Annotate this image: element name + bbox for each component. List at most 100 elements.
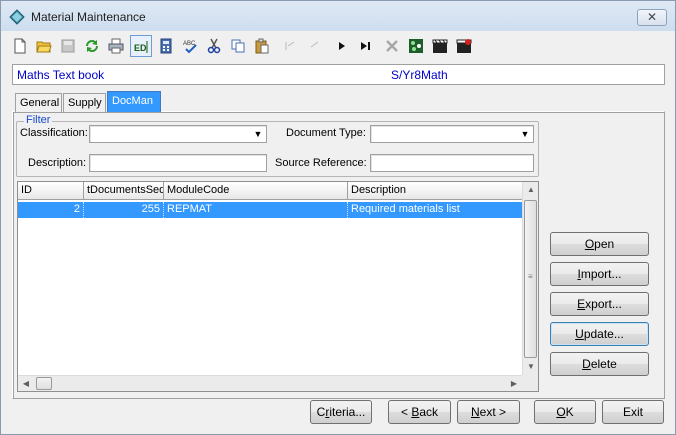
- record-header: Maths Text book S/Yr8Math: [12, 64, 665, 85]
- print-button[interactable]: [105, 35, 127, 57]
- next-record-button[interactable]: [331, 35, 353, 57]
- export-label: xport...: [585, 297, 622, 311]
- save-icon: [61, 39, 75, 53]
- description-input[interactable]: [89, 154, 267, 172]
- refresh-icon: [86, 40, 98, 52]
- source-reference-label: Source Reference:: [275, 157, 367, 169]
- new-document-icon: [14, 38, 26, 54]
- back-button[interactable]: < Back: [388, 400, 451, 424]
- source-reference-input[interactable]: [370, 154, 534, 172]
- copy-button[interactable]: [227, 35, 249, 57]
- ok-button[interactable]: OK: [534, 400, 596, 424]
- cell-module-code: REPMAT: [164, 202, 348, 218]
- tab-general[interactable]: General: [15, 93, 62, 112]
- clapperboard-icon: [432, 39, 448, 53]
- scroll-up-icon[interactable]: ▲: [523, 182, 539, 198]
- classification-combobox[interactable]: ▼: [89, 125, 267, 143]
- next-record-icon: [339, 42, 345, 50]
- delete-button[interactable]: Delete: [550, 352, 649, 376]
- ok-mnemonic: O: [556, 405, 566, 419]
- back-label: ack: [419, 405, 439, 419]
- cut-icon: [207, 38, 221, 54]
- filter-legend: Filter: [24, 114, 53, 126]
- calculator-icon: [160, 38, 172, 54]
- delete-mnemonic: D: [582, 357, 591, 371]
- new-document-button[interactable]: [9, 35, 31, 57]
- column-header-id[interactable]: ID: [18, 182, 84, 199]
- title-bar: Material Maintenance ✕: [1, 1, 675, 31]
- open-button[interactable]: [33, 35, 55, 57]
- chevron-down-icon[interactable]: ▼: [518, 127, 532, 141]
- document-type-label: Document Type:: [286, 127, 366, 139]
- media-button[interactable]: [429, 35, 451, 57]
- scroll-down-icon[interactable]: ▼: [523, 359, 539, 375]
- import-button[interactable]: Import...: [550, 262, 649, 286]
- paste-icon: [255, 38, 269, 54]
- update-label: pdate...: [583, 327, 624, 341]
- paste-button[interactable]: [251, 35, 273, 57]
- delete-record-button[interactable]: [381, 35, 403, 57]
- cell-description: Required materials list: [351, 203, 460, 215]
- calculator-button[interactable]: [155, 35, 177, 57]
- open-mnemonic: O: [584, 237, 595, 251]
- export-button[interactable]: Export...: [550, 292, 649, 316]
- open-button[interactable]: Open: [550, 232, 649, 256]
- delete-label: elete: [590, 357, 617, 371]
- documents-grid[interactable]: ID tDocumentsSeq ModuleCode Description …: [17, 181, 539, 392]
- classification-label: Classification:: [20, 127, 88, 139]
- cut-button[interactable]: [203, 35, 225, 57]
- previous-record-button[interactable]: [303, 35, 325, 57]
- update-button[interactable]: Update...: [550, 322, 649, 346]
- window-title: Material Maintenance: [31, 10, 146, 24]
- scroll-corner: [522, 375, 538, 391]
- column-header-description[interactable]: Description: [348, 182, 522, 199]
- edit-mode-icon: ED: [134, 41, 148, 53]
- app-diamond-icon: [9, 9, 25, 25]
- material-maintenance-window: Material Maintenance ✕ ED ABC Maths Text…: [0, 0, 676, 435]
- last-record-button[interactable]: [355, 35, 377, 57]
- previous-record-icon: [310, 41, 319, 48]
- delete-icon: [386, 40, 398, 52]
- save-button[interactable]: [57, 35, 79, 57]
- table-row[interactable]: 2 255 REPMAT Required materials list: [18, 202, 522, 218]
- criteria-button[interactable]: Criteria...: [310, 400, 372, 424]
- description-label: Description:: [28, 157, 87, 169]
- criteria-label: iteria...: [329, 405, 366, 419]
- attach-button[interactable]: [405, 35, 427, 57]
- tab-supply[interactable]: Supply: [63, 93, 106, 112]
- spellcheck-button[interactable]: ABC: [179, 35, 201, 57]
- cell-documents-seq: 255: [84, 202, 164, 218]
- grid-header: ID tDocumentsSeq ModuleCode Description: [18, 182, 522, 200]
- toolbar: ED ABC: [9, 35, 489, 57]
- chevron-down-icon[interactable]: ▼: [251, 127, 265, 141]
- horizontal-scrollbar[interactable]: ◀ ▶: [18, 375, 522, 391]
- first-record-button[interactable]: [279, 35, 301, 57]
- tab-docman[interactable]: DocMan: [107, 91, 161, 112]
- column-header-module-code[interactable]: ModuleCode: [164, 182, 348, 199]
- scroll-right-icon[interactable]: ▶: [506, 376, 522, 392]
- export-mnemonic: E: [577, 297, 586, 311]
- scroll-left-icon[interactable]: ◀: [18, 376, 34, 392]
- copy-icon: [231, 39, 245, 53]
- document-type-combobox[interactable]: ▼: [370, 125, 534, 143]
- refresh-button[interactable]: [81, 35, 103, 57]
- vertical-scrollbar[interactable]: ▲ ≡ ▼: [522, 182, 538, 375]
- edit-mode-button[interactable]: ED: [130, 35, 152, 57]
- first-record-icon: [285, 41, 295, 50]
- record-name: Maths Text book: [17, 68, 105, 82]
- back-prefix: <: [400, 405, 412, 419]
- horizontal-scroll-thumb[interactable]: [36, 377, 52, 390]
- open-label: pen: [594, 237, 615, 251]
- vertical-scroll-thumb[interactable]: ≡: [524, 200, 537, 358]
- last-record-icon: [361, 42, 370, 50]
- next-button[interactable]: Next >: [457, 400, 520, 424]
- ok-label: K: [565, 405, 574, 419]
- svg-text:ED: ED: [134, 43, 147, 53]
- media-edit-button[interactable]: [453, 35, 475, 57]
- clapperboard-edit-icon: [456, 39, 472, 53]
- next-label: ext >: [479, 405, 507, 419]
- column-header-documents-seq[interactable]: tDocumentsSeq: [84, 182, 164, 199]
- next-mnemonic: N: [470, 405, 480, 419]
- close-button[interactable]: ✕: [637, 9, 667, 26]
- exit-button[interactable]: Exit: [602, 400, 664, 424]
